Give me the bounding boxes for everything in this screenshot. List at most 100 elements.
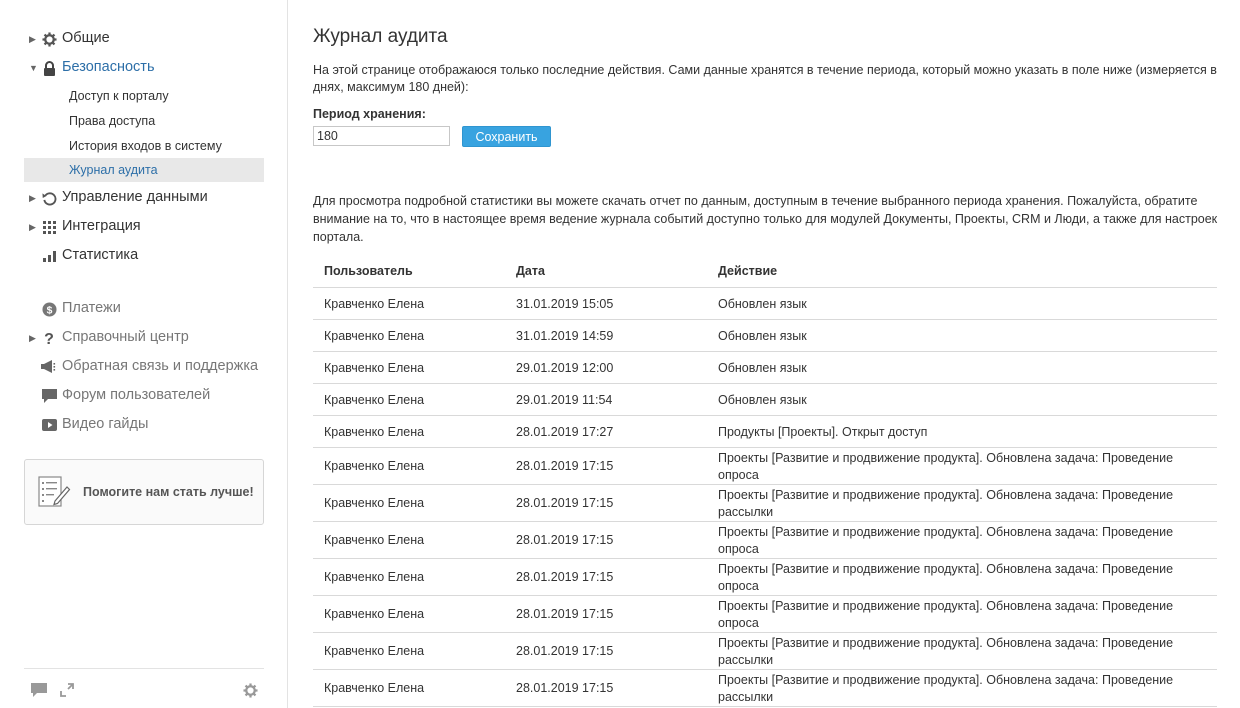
page-title: Журнал аудита [313, 26, 448, 47]
cell-action: Продукты [Проекты]. Открыт доступ [718, 425, 928, 439]
cell-action: Обновлен язык [718, 361, 807, 375]
sidebar-subitem-login-history[interactable]: История входов в систему [24, 134, 264, 158]
cell-action: Проекты [Развитие и продвижение продукта… [718, 451, 1174, 482]
cell-date: 28.01.2019 17:27 [516, 425, 614, 439]
svg-text:?: ? [44, 331, 54, 346]
column-header-date: Дата [516, 264, 545, 278]
table-row: Кравченко Елена 28.01.2019 17:27 Продукты … [313, 416, 1217, 448]
column-header-action: Действие [718, 264, 778, 278]
sidebar-item-label: Статистика [62, 247, 139, 263]
cell-action: Проекты [Развитие и продвижение продукта… [718, 562, 1174, 593]
sidebar-subitem-access-rights[interactable]: Права доступа [24, 109, 264, 133]
sidebar-item-label: Управление данными [62, 189, 208, 205]
cell-user: Кравченко Елена [324, 329, 425, 343]
lock-icon [41, 60, 57, 76]
audit-table: Пользователь Дата Действие Кравченко Еле… [313, 256, 1217, 707]
storage-period-input[interactable] [313, 126, 450, 146]
cell-user: Кравченко Елена [324, 533, 425, 547]
svg-text:$: $ [46, 305, 52, 316]
feedback-promo-banner[interactable]: Помогите нам стать лучше! [24, 459, 264, 525]
sidebar-item-video-guides[interactable]: Видео гайды [0, 413, 288, 437]
cell-action: Проекты [Развитие и продвижение продукта… [718, 599, 1174, 630]
grid-icon [41, 219, 57, 235]
question-icon: ? [41, 330, 57, 346]
table-row: Кравченко Елена 28.01.2019 17:15 Проекты [… [313, 596, 1217, 633]
sidebar-item-data-management[interactable]: ▶ Управление данными [0, 186, 288, 210]
cell-date: 31.01.2019 15:05 [516, 297, 614, 311]
expand-arrow-icon[interactable]: ▶ [29, 221, 39, 233]
cell-date: 28.01.2019 17:15 [516, 570, 614, 584]
table-row: Кравченко Елена 28.01.2019 17:15 Проекты [… [313, 633, 1217, 670]
sidebar-item-general[interactable]: ▶ Общие [0, 27, 288, 51]
sidebar-item-label: Безопасность [62, 59, 155, 75]
cell-date: 29.01.2019 11:54 [516, 393, 613, 407]
sidebar-item-label: Справочный центр [62, 329, 189, 345]
collapse-arrow-icon[interactable]: ▼ [29, 62, 39, 74]
bar-chart-icon [41, 248, 57, 264]
cell-action: Обновлен язык [718, 393, 807, 407]
sidebar-footer [24, 668, 264, 708]
cell-user: Кравченко Елена [324, 644, 425, 658]
table-row: Кравченко Елена 29.01.2019 11:54 Обновлен … [313, 384, 1217, 416]
restore-icon [41, 190, 57, 206]
period-label: Период хранения: [313, 107, 426, 121]
cell-user: Кравченко Елена [324, 425, 425, 439]
cell-action: Обновлен язык [718, 297, 807, 311]
cell-date: 28.01.2019 17:15 [516, 644, 614, 658]
sidebar-item-label: Платежи [62, 300, 121, 316]
sidebar-subitem-label: Доступ к порталу [69, 89, 169, 103]
sidebar-item-label: Интеграция [62, 218, 141, 234]
cell-user: Кравченко Елена [324, 393, 425, 407]
sidebar-item-security[interactable]: ▼ Безопасность [0, 56, 288, 80]
chat-icon[interactable] [30, 681, 48, 699]
expand-icon[interactable] [58, 681, 76, 699]
sidebar: ▶ Общие ▼ Безопасность Доступ к порталу … [0, 0, 288, 708]
table-row: Кравченко Елена 28.01.2019 17:15 Проекты [… [313, 448, 1217, 485]
cell-date: 31.01.2019 14:59 [516, 329, 614, 343]
sidebar-item-statistics[interactable]: Статистика [0, 244, 288, 268]
play-icon [41, 417, 57, 433]
cell-date: 28.01.2019 17:15 [516, 496, 614, 510]
main-content: Журнал аудита На этой странице отображаю… [313, 0, 1218, 708]
sidebar-item-integration[interactable]: ▶ Интеграция [0, 215, 288, 239]
sidebar-item-user-forum[interactable]: Форум пользователей [0, 384, 288, 408]
cell-user: Кравченко Елена [324, 681, 425, 695]
sidebar-subitem-audit-trail[interactable]: Журнал аудита [24, 158, 264, 182]
cell-user: Кравченко Елена [324, 496, 425, 510]
cell-action: Проекты [Развитие и продвижение продукта… [718, 525, 1174, 556]
settings-gear-icon[interactable] [241, 681, 259, 699]
expand-arrow-icon[interactable]: ▶ [29, 332, 39, 344]
expand-arrow-icon[interactable]: ▶ [29, 192, 39, 204]
table-row: Кравченко Елена 28.01.2019 17:15 Проекты [… [313, 670, 1217, 707]
dollar-icon: $ [41, 301, 57, 317]
cell-date: 28.01.2019 17:15 [516, 459, 614, 473]
table-body: Кравченко Елена 31.01.2019 15:05 Обновлен … [313, 288, 1217, 707]
cell-action: Проекты [Развитие и продвижение продукта… [718, 673, 1174, 704]
sidebar-subitem-label: История входов в систему [69, 139, 222, 153]
table-row: Кравченко Елена 28.01.2019 17:15 Проекты [… [313, 522, 1217, 559]
cell-action: Проекты [Развитие и продвижение продукта… [718, 488, 1174, 519]
sidebar-subitem-label: Журнал аудита [69, 163, 158, 177]
cell-user: Кравченко Елена [324, 570, 425, 584]
save-button[interactable]: Сохранить [462, 126, 551, 147]
table-row: Кравченко Елена 28.01.2019 17:15 Проекты [… [313, 559, 1217, 596]
statistics-info-text: Для просмотра подробной статистики вы мо… [313, 194, 1218, 244]
sidebar-item-payments[interactable]: $ Платежи [0, 297, 288, 321]
cell-user: Кравченко Елена [324, 361, 425, 375]
cell-action: Проекты [Развитие и продвижение продукта… [718, 636, 1174, 667]
chat-icon [41, 388, 57, 404]
sidebar-item-label: Обратная связь и поддержка [62, 358, 259, 374]
sidebar-subitem-label: Права доступа [69, 114, 156, 128]
table-row: Кравченко Елена 31.01.2019 14:59 Обновлен … [313, 320, 1217, 352]
expand-arrow-icon[interactable]: ▶ [29, 33, 39, 45]
sidebar-item-label: Общие [62, 30, 110, 46]
cell-user: Кравченко Елена [324, 607, 425, 621]
table-row: Кравченко Елена 29.01.2019 12:00 Обновлен … [313, 352, 1217, 384]
sidebar-item-feedback-support[interactable]: Обратная связь и поддержка [0, 355, 288, 379]
cell-date: 28.01.2019 17:15 [516, 681, 614, 695]
sidebar-subitem-portal-access[interactable]: Доступ к порталу [24, 84, 264, 108]
table-row: Кравченко Елена 31.01.2019 15:05 Обновлен … [313, 288, 1217, 320]
sidebar-item-label: Форум пользователей [62, 387, 211, 403]
sidebar-item-help-center[interactable]: ▶ ? Справочный центр [0, 326, 288, 350]
promo-text: Помогите нам стать лучше! [83, 485, 254, 499]
